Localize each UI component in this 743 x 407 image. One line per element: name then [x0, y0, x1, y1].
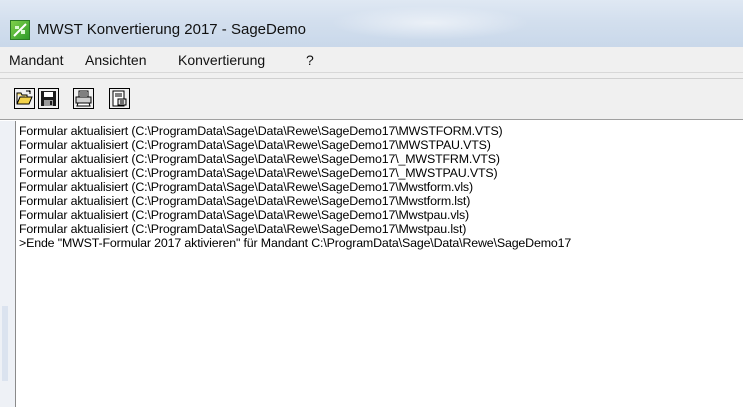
log-line: Formular aktualisiert (C:\ProgramData\Sa… — [19, 138, 491, 152]
properties-icon — [109, 88, 130, 109]
log-panel[interactable]: Formular aktualisiert (C:\ProgramData\Sa… — [15, 121, 743, 407]
log-line: Formular aktualisiert (C:\ProgramData\Sa… — [19, 124, 503, 138]
menu-konvertierung[interactable]: Konvertierung — [178, 52, 265, 68]
window-title: MWST Konvertierung 2017 - SageDemo — [37, 21, 307, 38]
save-disk-icon — [38, 88, 59, 109]
log-line: Formular aktualisiert (C:\ProgramData\Sa… — [19, 208, 469, 222]
log-line: Formular aktualisiert (C:\ProgramData\Sa… — [19, 152, 500, 166]
log-line: Formular aktualisiert (C:\ProgramData\Sa… — [19, 194, 471, 208]
sage-app-icon[interactable] — [10, 20, 30, 40]
gutter-strip — [2, 306, 8, 381]
menu-bar: Mandant Ansichten Konvertierung ? — [0, 47, 743, 73]
menu-mandant[interactable]: Mandant — [9, 52, 63, 68]
toolbar-divider — [0, 78, 743, 79]
properties-button[interactable] — [109, 88, 130, 109]
open-button[interactable] — [14, 88, 35, 109]
log-line: Formular aktualisiert (C:\ProgramData\Sa… — [19, 180, 473, 194]
open-folder-icon — [14, 88, 35, 109]
log-line-final: >Ende "MWST-Formular 2017 aktivieren" fü… — [19, 236, 572, 250]
save-button[interactable] — [38, 88, 59, 109]
log-line: Formular aktualisiert (C:\ProgramData\Sa… — [19, 222, 467, 236]
title-bar[interactable]: MWST Konvertierung 2017 - SageDemo — [0, 0, 743, 47]
title-bar-glow — [330, 6, 530, 40]
left-gutter — [0, 121, 15, 407]
print-button[interactable] — [73, 88, 94, 109]
log-line: Formular aktualisiert (C:\ProgramData\Sa… — [19, 166, 498, 180]
menu-help[interactable]: ? — [306, 52, 314, 68]
menu-ansichten[interactable]: Ansichten — [85, 52, 146, 68]
printer-icon — [73, 88, 94, 109]
